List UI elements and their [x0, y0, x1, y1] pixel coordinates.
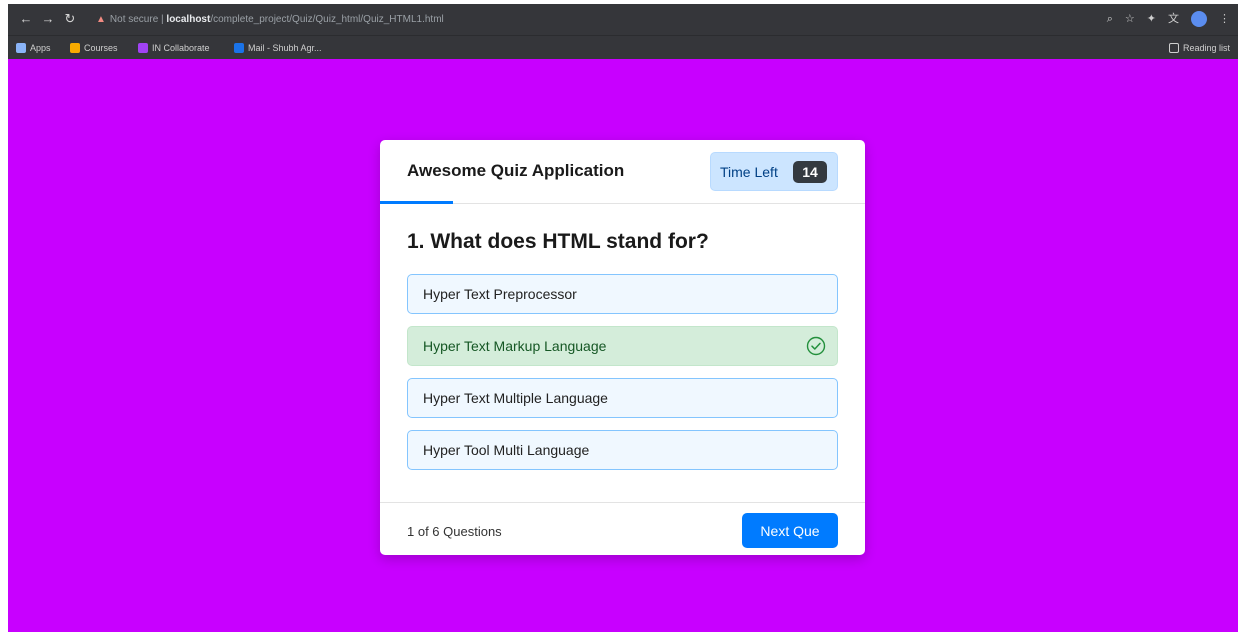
- bookmark-apps[interactable]: Apps: [16, 41, 51, 55]
- courses-icon: [70, 43, 80, 53]
- bookmark-courses[interactable]: Courses: [70, 41, 118, 55]
- reload-icon[interactable]: ↻: [62, 11, 78, 27]
- collaborate-icon: [138, 43, 148, 53]
- browser-chrome: ← → ↻ ▲ Not secure | localhost/complete_p…: [8, 4, 1238, 59]
- timer-box: Time Left 14: [710, 152, 838, 191]
- back-arrow-icon[interactable]: ←: [18, 11, 34, 27]
- question-count: 1 of 6 Questions: [407, 524, 502, 539]
- bookmark-label: Courses: [84, 43, 118, 53]
- reading-list-label: Reading list: [1182, 43, 1230, 53]
- extensions-icon[interactable]: ✦: [1147, 10, 1156, 28]
- option-text: Hyper Text Preprocessor: [423, 286, 577, 302]
- bookmark-label: IN Collaborate: [152, 43, 210, 53]
- bookmark-mail[interactable]: Mail - Shubh Agr...: [234, 41, 322, 55]
- mail-icon: [234, 43, 244, 53]
- reading-list-icon: [1168, 43, 1179, 53]
- page-background: ← → ↻ ▲ Not secure | localhost/complete_p…: [8, 4, 1238, 632]
- option-1[interactable]: Hyper Text Preprocessor: [407, 274, 838, 314]
- browser-toolbar: ← → ↻ ▲ Not secure | localhost/complete_p…: [8, 4, 1238, 35]
- url-path: /complete_project/Quiz/Quiz_html/Quiz_HT…: [210, 14, 444, 25]
- bookmark-label: Apps: [30, 43, 51, 53]
- option-text: Hyper Text Multiple Language: [423, 390, 608, 406]
- option-3[interactable]: Hyper Text Multiple Language: [407, 378, 838, 418]
- option-text: Hyper Text Markup Language: [423, 338, 607, 354]
- quiz-card: Awesome Quiz Application Time Left 14 1.…: [380, 140, 865, 555]
- forward-arrow-icon[interactable]: →: [40, 11, 56, 27]
- profile-avatar[interactable]: [1191, 11, 1207, 27]
- browser-action-icons: ⌕ ☆ ✦ 文 ⋮: [1107, 10, 1230, 28]
- url-host: localhost: [166, 14, 211, 25]
- option-4[interactable]: Hyper Tool Multi Language: [407, 430, 838, 470]
- apps-grid-icon: [16, 43, 26, 53]
- bookmark-label: Mail - Shubh Agr...: [248, 43, 322, 53]
- address-bar[interactable]: ▲ Not secure | localhost/complete_project…: [96, 9, 1096, 30]
- options-list: Hyper Text Preprocessor Hyper Text Marku…: [407, 274, 838, 482]
- next-question-button[interactable]: Next Que: [742, 513, 838, 548]
- option-2[interactable]: Hyper Text Markup Language: [407, 326, 838, 366]
- check-circle-icon: [806, 336, 826, 356]
- zoom-icon[interactable]: ⌕: [1107, 10, 1113, 28]
- timer-label: Time Left: [720, 164, 778, 180]
- timer-seconds: 14: [793, 161, 827, 183]
- quiz-footer: 1 of 6 Questions Next Que: [380, 502, 865, 555]
- warning-icon: ▲: [96, 14, 106, 25]
- bookmarks-bar: Apps Courses IN Collaborate Mail - Shubh…: [8, 35, 1238, 59]
- option-text: Hyper Tool Multi Language: [423, 442, 590, 458]
- progress-bar: [380, 201, 453, 204]
- translate-icon[interactable]: 文: [1168, 10, 1179, 28]
- star-icon[interactable]: ☆: [1125, 10, 1135, 28]
- quiz-header: Awesome Quiz Application Time Left 14: [380, 140, 865, 204]
- question-text: 1. What does HTML stand for?: [407, 230, 709, 253]
- bookmark-collaborate[interactable]: IN Collaborate: [138, 41, 210, 55]
- quiz-title: Awesome Quiz Application: [407, 161, 625, 180]
- reading-list[interactable]: Reading list: [1168, 41, 1230, 55]
- menu-icon[interactable]: ⋮: [1219, 10, 1230, 28]
- security-label: Not secure: [109, 14, 159, 25]
